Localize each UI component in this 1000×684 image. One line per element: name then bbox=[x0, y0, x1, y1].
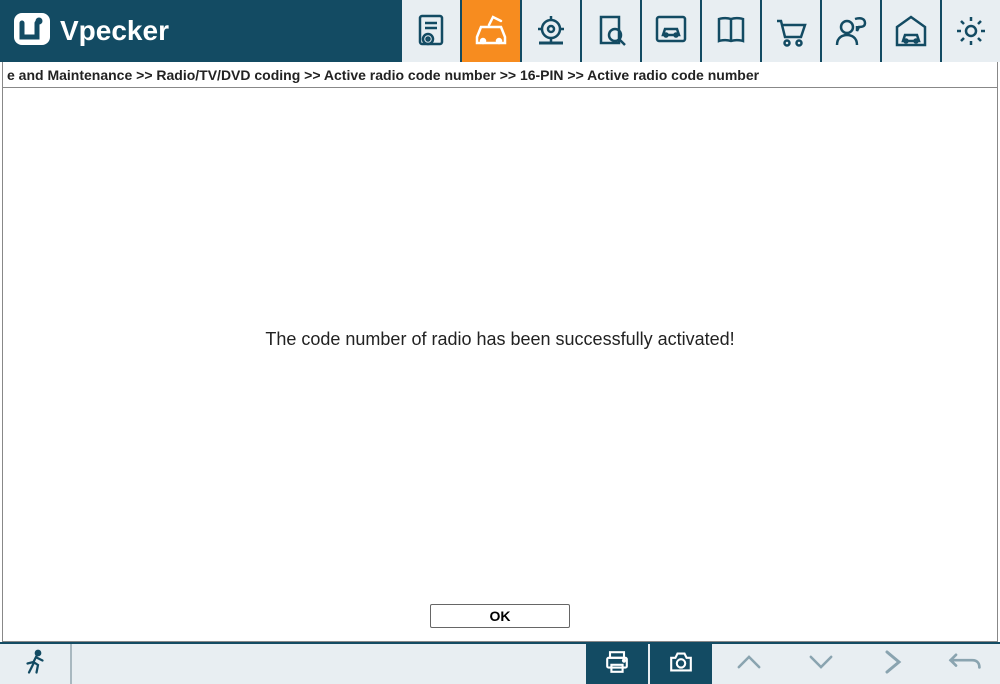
print-button[interactable] bbox=[584, 644, 648, 684]
nav-back-button[interactable] bbox=[928, 644, 1000, 684]
tool-car-diagnostics[interactable] bbox=[460, 0, 520, 62]
content-panel: The code number of radio has been succes… bbox=[2, 88, 998, 642]
footer-actions bbox=[584, 644, 1000, 684]
chevron-right-icon bbox=[879, 648, 907, 681]
nav-confirm-button[interactable] bbox=[856, 644, 928, 684]
nav-down-button[interactable] bbox=[784, 644, 856, 684]
footer-bar bbox=[0, 642, 1000, 684]
tool-screen-car[interactable] bbox=[640, 0, 700, 62]
tool-shop[interactable] bbox=[760, 0, 820, 62]
ok-button[interactable]: OK bbox=[430, 604, 570, 628]
exit-button[interactable] bbox=[0, 644, 72, 684]
breadcrumb-text: e and Maintenance >> Radio/TV/DVD coding… bbox=[7, 67, 759, 83]
nav-up-button[interactable] bbox=[712, 644, 784, 684]
chevron-down-icon bbox=[804, 650, 838, 679]
tool-support-chat[interactable] bbox=[820, 0, 880, 62]
screenshot-button[interactable] bbox=[648, 644, 712, 684]
running-person-icon bbox=[20, 647, 50, 682]
back-arrow-icon bbox=[947, 648, 983, 681]
footer-spacer bbox=[72, 644, 584, 684]
tool-settings[interactable] bbox=[940, 0, 1000, 62]
header-bar: Vpecker bbox=[0, 0, 1000, 62]
toolbar bbox=[400, 0, 1000, 62]
printer-icon bbox=[602, 648, 632, 681]
camera-icon bbox=[666, 648, 696, 681]
logo-icon bbox=[12, 9, 52, 54]
status-message: The code number of radio has been succes… bbox=[265, 329, 734, 350]
chevron-up-icon bbox=[732, 650, 766, 679]
content-area: The code number of radio has been succes… bbox=[3, 88, 997, 601]
button-row: OK bbox=[3, 601, 997, 641]
tool-engine-service[interactable] bbox=[520, 0, 580, 62]
tool-document[interactable] bbox=[400, 0, 460, 62]
logo-area: Vpecker bbox=[0, 0, 340, 62]
tool-manual[interactable] bbox=[700, 0, 760, 62]
breadcrumb: e and Maintenance >> Radio/TV/DVD coding… bbox=[2, 62, 998, 88]
tool-garage[interactable] bbox=[880, 0, 940, 62]
app-name: Vpecker bbox=[60, 15, 169, 47]
tool-lookup[interactable] bbox=[580, 0, 640, 62]
